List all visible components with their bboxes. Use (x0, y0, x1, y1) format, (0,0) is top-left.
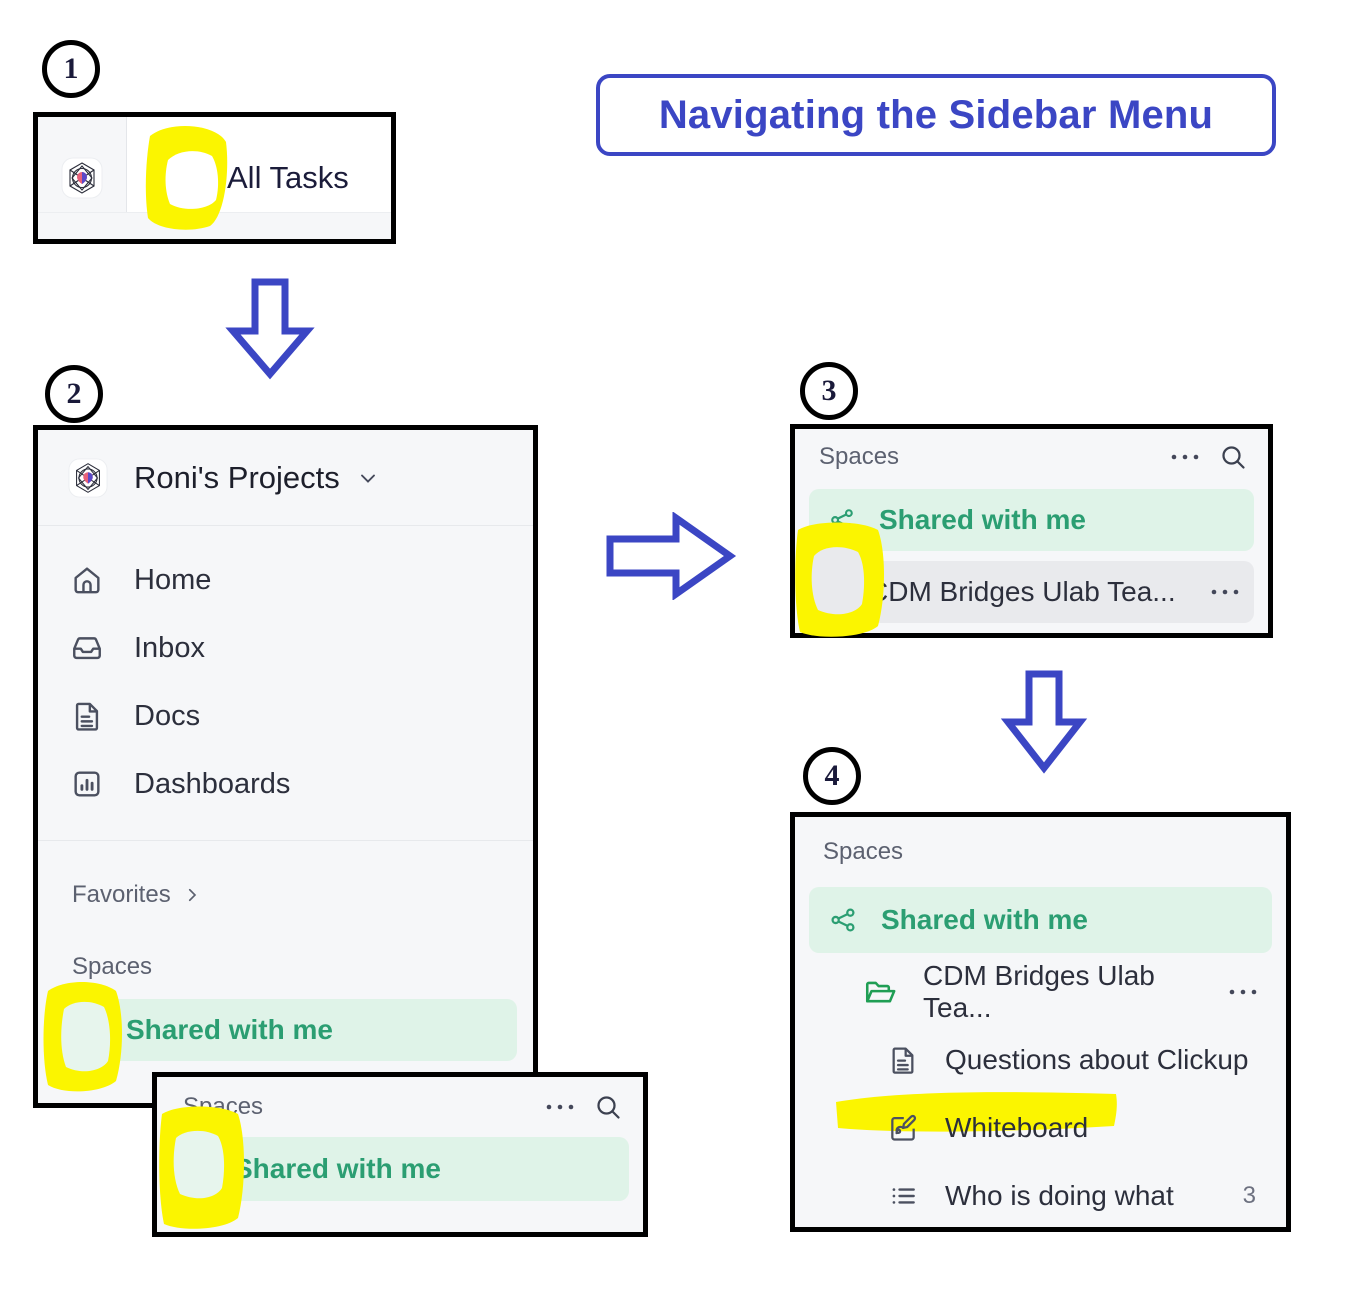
panel-spaces-collapsed: Spaces Shared with me CDM Bridges Ulab T… (790, 424, 1273, 638)
item-label-whiteboard: Whiteboard (945, 1112, 1089, 1143)
item-label-who-is-doing-what: Who is doing what (945, 1180, 1174, 1211)
triangle-right-icon[interactable] (193, 1160, 206, 1178)
step-number-1: 1 (42, 40, 100, 98)
search-icon[interactable] (593, 1092, 623, 1122)
step-1-label: 1 (63, 52, 79, 85)
chevron-right-icon (183, 886, 201, 904)
share-nodes-icon (72, 1014, 104, 1046)
ellipsis-icon[interactable] (545, 1102, 575, 1112)
page-title: Navigating the Sidebar Menu (658, 92, 1214, 137)
flow-arrow-down-1 (222, 276, 318, 382)
spaces-item-shared-with-me-4[interactable]: Shared with me (809, 887, 1272, 953)
spaces-label: Spaces (72, 953, 153, 980)
sidebar-item-shared-with-me[interactable]: Shared with me (54, 999, 517, 1061)
ellipsis-icon[interactable] (1228, 987, 1258, 997)
step-2-label: 2 (66, 377, 82, 410)
spaces-item-shared-with-me-3[interactable]: Shared with me (809, 489, 1254, 551)
workspace-header[interactable]: Roni's Projects (38, 430, 533, 526)
clickup-workspace-logo-icon (61, 157, 103, 199)
home-icon (70, 563, 104, 597)
sidebar-item-inbox[interactable]: Inbox (38, 614, 533, 682)
panel1-bottom-strip-left (38, 212, 127, 239)
shared-with-me-label-popup: Shared with me (234, 1153, 441, 1184)
sidebar-item-label-docs: Docs (134, 699, 201, 732)
inbox-icon (70, 631, 104, 665)
spaces-item-shared-with-me-popup[interactable]: Shared with me (171, 1137, 629, 1201)
favorites-section-header[interactable]: Favorites (38, 881, 533, 909)
item-label-questions: Questions about Clickup (945, 1044, 1249, 1075)
step-number-4: 4 (803, 747, 861, 805)
triangle-right-icon[interactable] (829, 583, 842, 601)
panel-sidebar: Roni's Projects Home Inbox Docs Dashboar… (33, 425, 538, 1108)
workspace-name: Roni's Projects (134, 459, 340, 495)
chevron-down-icon[interactable] (356, 466, 380, 490)
cdm-bridges-label-4: CDM Bridges Ulab Tea... (923, 960, 1155, 1023)
all-tasks-panel-icon[interactable] (155, 157, 197, 199)
shared-with-me-label: Shared with me (126, 1014, 333, 1045)
whiteboard-icon (887, 1112, 919, 1144)
sidebar-item-home[interactable]: Home (38, 546, 533, 614)
spaces-header-3: Spaces (795, 429, 1268, 485)
dashboards-icon (70, 767, 104, 801)
step-3-label: 3 (821, 374, 837, 407)
ellipsis-icon[interactable] (1210, 587, 1240, 597)
workspace-avatar-icon (68, 457, 108, 498)
spaces-item-cdm-bridges-3[interactable]: CDM Bridges Ulab Tea... (809, 561, 1254, 623)
all-tasks-label: All Tasks (227, 160, 349, 195)
flow-arrow-down-2 (998, 668, 1090, 776)
docs-icon (70, 699, 104, 733)
spaces-header-label-popup: Spaces (183, 1093, 264, 1120)
sidebar-item-label-home: Home (134, 563, 212, 596)
sidebar-item-label-dashboards: Dashboards (134, 767, 291, 800)
panel-spaces-expanded: Spaces Shared with me CDM Bridges Ulab T… (790, 812, 1291, 1232)
list-icon (887, 1180, 919, 1212)
shared-with-me-label-4: Shared with me (881, 904, 1088, 935)
spaces-item-questions-about-clickup[interactable]: Questions about Clickup (809, 1029, 1272, 1091)
panel-spaces-popup: Spaces Shared with me (152, 1072, 648, 1237)
share-nodes-icon (827, 904, 859, 936)
spaces-item-whiteboard[interactable]: Whiteboard (809, 1097, 1272, 1159)
spaces-header-label-3: Spaces (819, 443, 900, 470)
search-icon[interactable] (1218, 442, 1248, 472)
ellipsis-icon[interactable] (1170, 452, 1200, 462)
share-nodes-icon (827, 505, 857, 535)
step-4-label: 4 (824, 759, 840, 792)
spaces-section-header: Spaces (38, 953, 533, 981)
flow-arrow-right-1 (604, 512, 738, 600)
folder-open-icon (863, 975, 897, 1009)
spaces-header-label-4: Spaces (823, 838, 904, 865)
sidebar-item-dashboards[interactable]: Dashboards (38, 750, 533, 818)
doc-icon (887, 1044, 919, 1076)
shared-with-me-label-3: Shared with me (879, 504, 1086, 535)
page-title-banner: Navigating the Sidebar Menu (596, 74, 1276, 156)
favorites-label: Favorites (72, 881, 171, 908)
step-number-2: 2 (45, 365, 103, 423)
sidebar-item-label-inbox: Inbox (134, 631, 205, 664)
panel-all-tasks: All Tasks (33, 112, 396, 244)
sidebar-item-docs[interactable]: Docs (38, 682, 533, 750)
step-number-3: 3 (800, 362, 858, 420)
sidebar-divider (38, 840, 533, 841)
spaces-header-popup: Spaces (157, 1077, 643, 1137)
cdm-bridges-label-3: CDM Bridges Ulab Tea... (868, 576, 1176, 607)
spaces-item-who-is-doing-what[interactable]: Who is doing what 3 (809, 1165, 1272, 1227)
item-count-badge: 3 (1242, 1182, 1256, 1209)
sidebar-nav-list: Home Inbox Docs Dashboards (38, 526, 533, 818)
spaces-header-4: Spaces (795, 817, 1286, 887)
panel1-bottom-strip (126, 212, 391, 239)
spaces-item-cdm-bridges-4[interactable]: CDM Bridges Ulab Tea... (809, 960, 1272, 1023)
